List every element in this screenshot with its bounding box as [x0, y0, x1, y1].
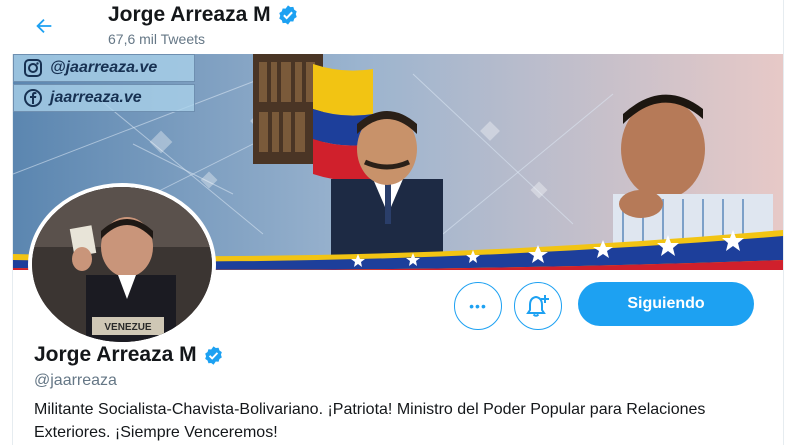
facebook-handle-text: jaarreaza.ve	[50, 89, 142, 106]
instagram-icon	[24, 59, 42, 77]
column-border-right	[783, 0, 784, 445]
notifications-button[interactable]	[514, 282, 562, 330]
avatar[interactable]: VENEZUE	[28, 183, 216, 346]
arrow-left-icon	[36, 18, 52, 34]
profile-bio: Militante Socialista-Chavista-Bolivarian…	[34, 401, 706, 441]
facebook-icon	[24, 89, 42, 107]
instagram-handle-text: @jaarreaza.ve	[50, 59, 158, 76]
notification-bell-icon	[526, 295, 549, 317]
more-icon: •••	[469, 298, 487, 314]
instagram-handle[interactable]: @jaarreaza.ve	[13, 54, 195, 82]
tweet-count: 67,6 mil Tweets	[108, 31, 206, 47]
following-button[interactable]: Siguiendo	[578, 282, 754, 326]
more-button[interactable]: •••	[454, 282, 502, 330]
back-button[interactable]	[26, 8, 62, 44]
profile-name-text: Jorge Arreaza M	[34, 343, 197, 366]
profile-handle: @jaarreaza	[34, 372, 117, 389]
verified-badge-icon	[278, 5, 297, 25]
profile-name: Jorge Arreaza M	[34, 343, 224, 367]
facebook-handle[interactable]: jaarreaza.ve	[13, 84, 195, 112]
avatar-photo: VENEZUE	[32, 187, 212, 342]
header-title: Jorge Arreaza M	[108, 3, 299, 27]
header-name: Jorge Arreaza M	[108, 3, 271, 26]
nameplate-text: VENEZUE	[104, 322, 152, 333]
verified-badge-icon	[204, 345, 222, 365]
